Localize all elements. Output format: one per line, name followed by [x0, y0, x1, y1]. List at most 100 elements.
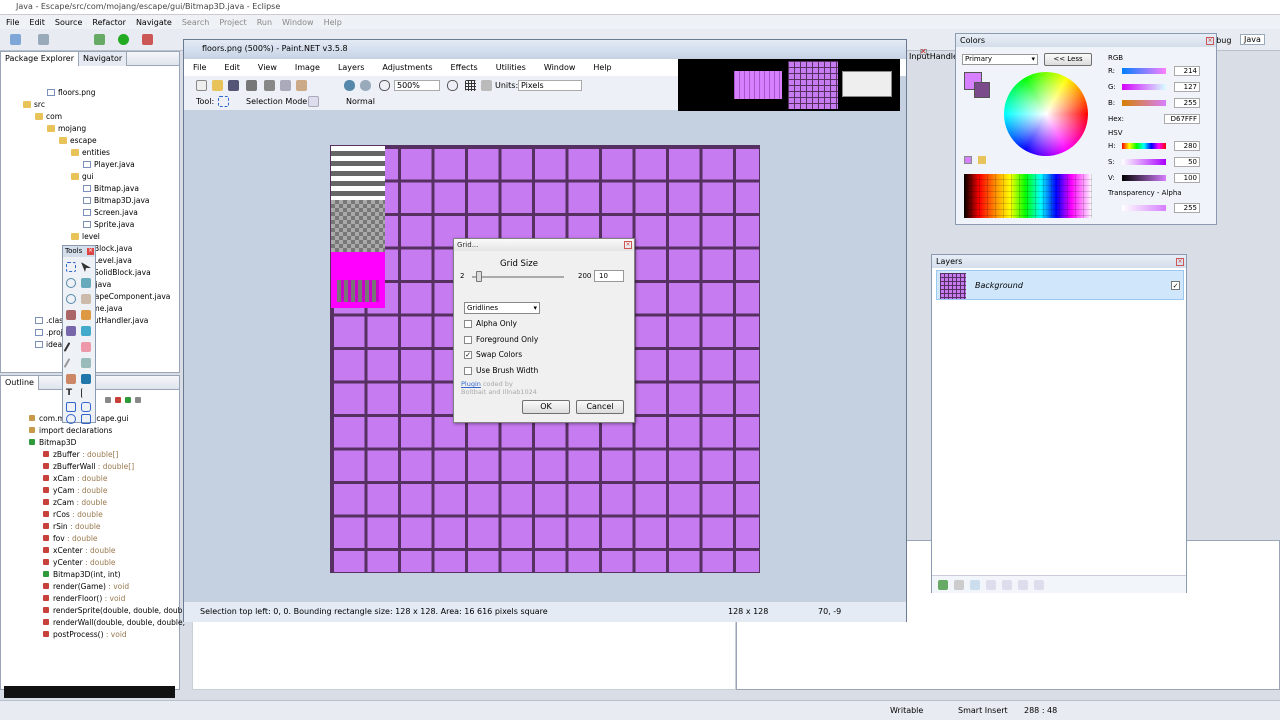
- blue-value[interactable]: 255: [1174, 98, 1200, 108]
- outline-item[interactable]: Bitmap3D(int, int): [43, 570, 121, 579]
- paintbrush-icon[interactable]: [63, 342, 71, 352]
- print-icon[interactable]: [246, 80, 257, 91]
- pdn-menu-edit[interactable]: Edit: [215, 63, 249, 72]
- ellipse-select-icon[interactable]: [66, 294, 76, 304]
- saturation-value[interactable]: 50: [1174, 157, 1200, 167]
- pencil-icon[interactable]: [63, 358, 71, 368]
- tree-item[interactable]: .proj: [35, 328, 63, 337]
- tree-item[interactable]: com: [35, 112, 62, 121]
- option-label[interactable]: Foreground Only: [476, 335, 538, 344]
- clone-stamp-icon[interactable]: [81, 358, 91, 368]
- tree-item[interactable]: floors.png: [47, 88, 96, 97]
- outline-item[interactable]: xCam : double: [43, 474, 107, 483]
- pdn-close-icon[interactable]: ✕: [920, 47, 927, 56]
- pdn-menu-utilities[interactable]: Utilities: [487, 63, 535, 72]
- recolor-icon[interactable]: [66, 374, 76, 384]
- grid-mode-select[interactable]: Gridlines ▾: [464, 302, 540, 314]
- pdn-menu-image[interactable]: Image: [286, 63, 329, 72]
- redo-icon[interactable]: [360, 80, 371, 91]
- menu-help[interactable]: Help: [324, 18, 342, 27]
- outline-item[interactable]: Bitmap3D: [29, 438, 76, 447]
- outline-item[interactable]: zBuffer : double[]: [43, 450, 118, 459]
- menu-window[interactable]: Window: [282, 18, 314, 27]
- tree-item[interactable]: Player.java: [83, 160, 135, 169]
- thumbnail-floors[interactable]: [788, 61, 838, 109]
- outline-item[interactable]: zCam : double: [43, 498, 107, 507]
- outline-item[interactable]: rSin : double: [43, 522, 101, 531]
- menu-project[interactable]: Project: [219, 18, 246, 27]
- tab-package-explorer[interactable]: Package Explorer: [1, 52, 80, 66]
- open-icon[interactable]: [212, 80, 223, 91]
- cut-icon[interactable]: [264, 80, 275, 91]
- color-picker-icon[interactable]: [81, 374, 91, 384]
- tree-item[interactable]: mojang: [47, 124, 86, 133]
- outline-item[interactable]: yCenter : double: [43, 558, 116, 567]
- menu-refactor[interactable]: Refactor: [92, 18, 126, 27]
- outline-item[interactable]: render(Game) : void: [43, 582, 129, 591]
- pdn-menu-effects[interactable]: Effects: [442, 63, 487, 72]
- value-slider[interactable]: [1122, 175, 1166, 181]
- layer-item-background[interactable]: Background ✓: [936, 270, 1184, 300]
- outline-item[interactable]: renderWall(double, double, double,: [43, 618, 185, 627]
- option-checkbox[interactable]: [464, 335, 472, 344]
- blend-mode-select[interactable]: Normal: [346, 97, 375, 106]
- color-palette[interactable]: [964, 174, 1092, 218]
- zoom-in-icon[interactable]: [447, 80, 458, 91]
- saturation-slider[interactable]: [1122, 159, 1166, 165]
- outline-item[interactable]: postProcess() : void: [43, 630, 127, 639]
- alpha-value[interactable]: 255: [1174, 203, 1200, 213]
- grid-size-slider[interactable]: [475, 271, 482, 282]
- color-wheel[interactable]: [1004, 72, 1088, 156]
- primary-select[interactable]: Primary ▾: [962, 54, 1038, 65]
- thumbnail-4[interactable]: [842, 71, 892, 97]
- zoom-icon[interactable]: [81, 294, 91, 304]
- tab-outline[interactable]: Outline: [1, 376, 39, 390]
- outline-item[interactable]: yCam : double: [43, 486, 107, 495]
- alpha-slider[interactable]: [1122, 205, 1166, 211]
- freeform-shape-icon[interactable]: [81, 414, 91, 424]
- secondary-color-swatch[interactable]: [974, 82, 990, 98]
- layer-properties-icon[interactable]: [1034, 580, 1044, 590]
- ruler-icon[interactable]: [481, 80, 492, 91]
- add-layer-icon[interactable]: [938, 580, 948, 590]
- new-icon[interactable]: [10, 34, 21, 45]
- move-layer-up-icon[interactable]: [1002, 580, 1012, 590]
- dialog-close-icon[interactable]: ×: [624, 241, 632, 249]
- current-tool-icon[interactable]: [218, 96, 229, 107]
- debug-icon[interactable]: [94, 34, 105, 45]
- thumbnail-2[interactable]: [734, 71, 782, 99]
- tree-item[interactable]: Sprite.java: [83, 220, 134, 229]
- pdn-menu-adjustments[interactable]: Adjustments: [373, 63, 441, 72]
- plugin-link[interactable]: Plugin: [461, 380, 481, 388]
- add-to-palette-icon[interactable]: [964, 156, 972, 164]
- grid-size-input[interactable]: 10: [594, 270, 624, 282]
- value-value[interactable]: 100: [1174, 173, 1200, 183]
- option-label[interactable]: Swap Colors: [476, 350, 522, 359]
- rounded-rectangle-icon[interactable]: [81, 402, 91, 412]
- gradient-icon[interactable]: [81, 326, 91, 336]
- blue-slider[interactable]: [1122, 100, 1166, 106]
- hide-fields-icon[interactable]: [115, 397, 121, 403]
- pdn-menu-window[interactable]: Window: [535, 63, 585, 72]
- hex-value[interactable]: D67FFF: [1164, 114, 1200, 124]
- pdn-menu-view[interactable]: View: [249, 63, 286, 72]
- tab-navigator[interactable]: Navigator: [79, 52, 128, 66]
- external-tools-icon[interactable]: [142, 34, 153, 45]
- pdn-menu-layers[interactable]: Layers: [329, 63, 373, 72]
- green-value[interactable]: 127: [1174, 82, 1200, 92]
- grid-icon[interactable]: [465, 80, 476, 91]
- outline-item[interactable]: renderSprite(double, double, double,: [43, 606, 192, 615]
- ok-button[interactable]: OK: [522, 400, 570, 414]
- collapse-icon[interactable]: [135, 397, 141, 403]
- duplicate-layer-icon[interactable]: [970, 580, 980, 590]
- ellipse-tool-icon[interactable]: [66, 414, 76, 424]
- tree-item[interactable]: Screen.java: [83, 208, 138, 217]
- units-select[interactable]: Pixels: [518, 80, 582, 91]
- tree-item[interactable]: src: [23, 100, 45, 109]
- option-label[interactable]: Use Brush Width: [476, 366, 538, 375]
- tree-item[interactable]: Bitmap.java: [83, 184, 139, 193]
- red-value[interactable]: 214: [1174, 66, 1200, 76]
- hue-slider[interactable]: [1122, 143, 1166, 149]
- move-layer-down-icon[interactable]: [1018, 580, 1028, 590]
- cancel-button[interactable]: Cancel: [576, 400, 624, 414]
